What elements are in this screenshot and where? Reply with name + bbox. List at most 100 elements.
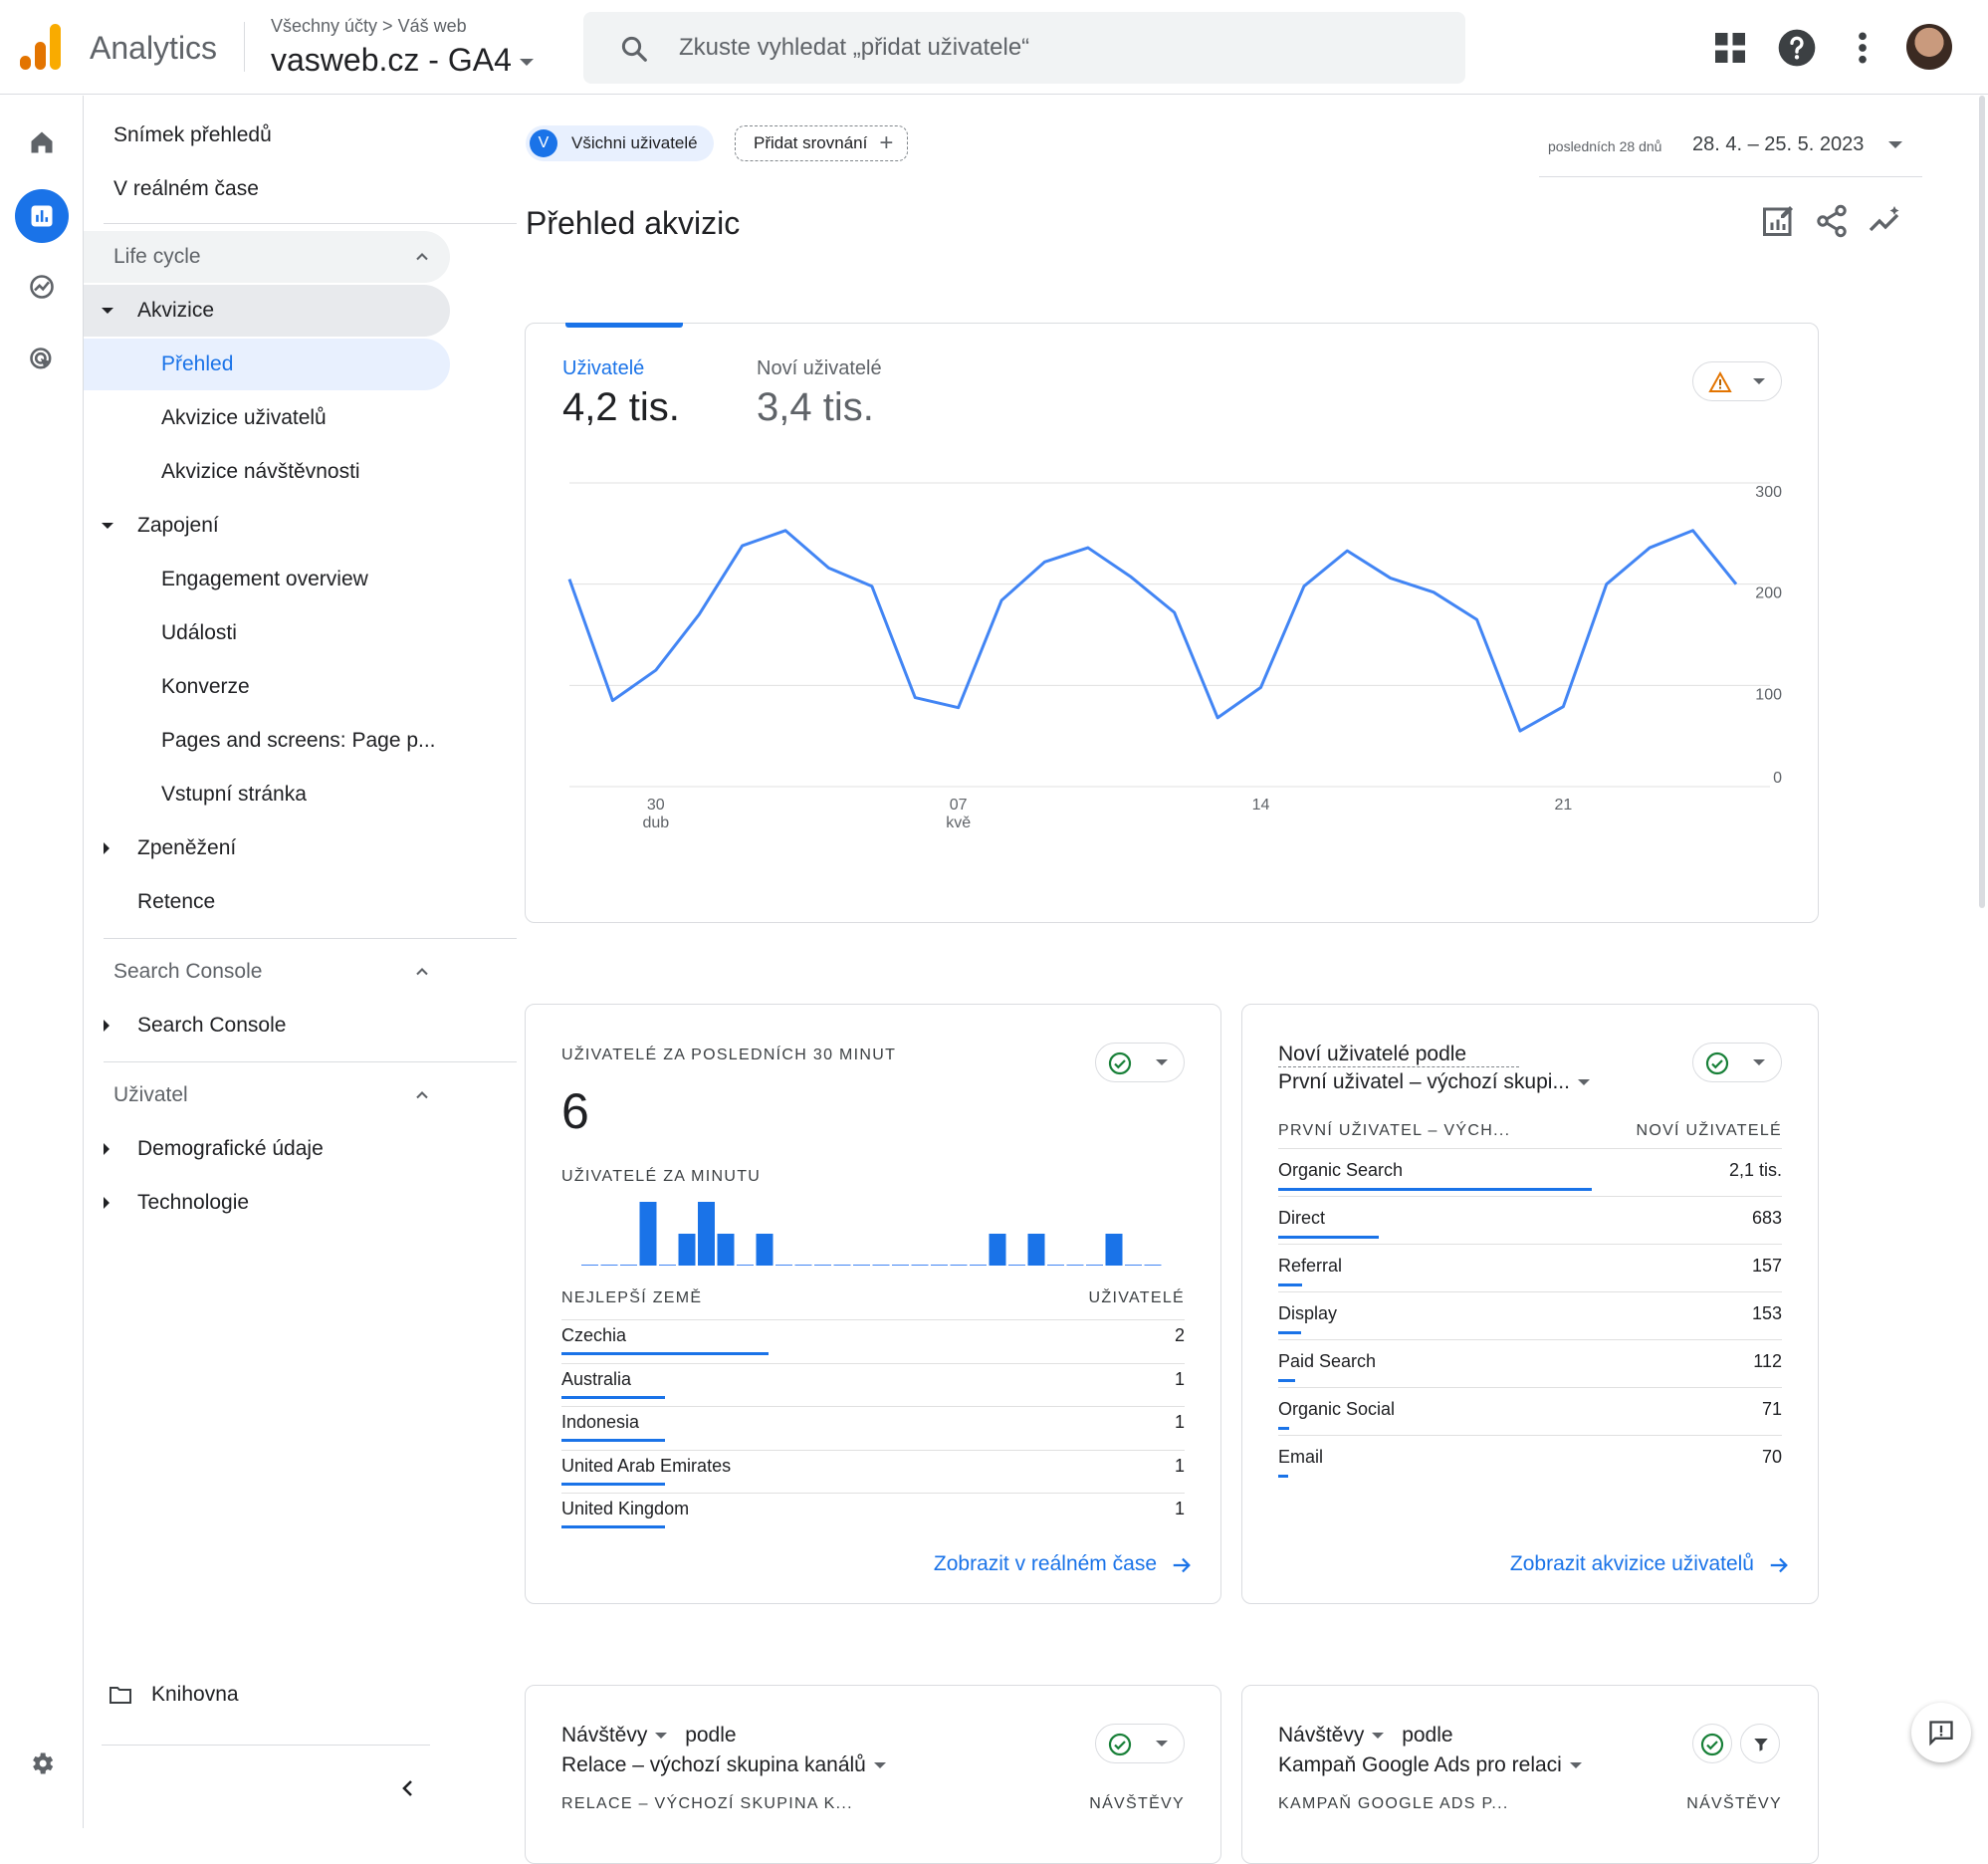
view-user-acquisition-link[interactable]: Zobrazit akvizice uživatelů <box>1510 1552 1754 1576</box>
folder-icon <box>110 1687 131 1704</box>
minute-bar-empty <box>872 1265 890 1266</box>
nav-item-engagement-overview[interactable]: Engagement overview <box>84 554 450 605</box>
nav-item-demographics[interactable]: Demografické údaje <box>84 1123 450 1175</box>
settings-gear-icon[interactable] <box>15 1737 69 1790</box>
nav-item-library[interactable]: Knihovna <box>84 1669 450 1721</box>
country-users: 1 <box>1174 1499 1185 1518</box>
nav-item-user-acquisition[interactable]: Akvizice uživatelů <box>84 392 450 444</box>
breadcrumb[interactable]: Všechny účty > Váš web <box>271 16 467 37</box>
row-separator <box>561 1449 1185 1451</box>
nav-item-label: Akvizice <box>137 299 215 322</box>
share-bar <box>1278 1427 1289 1430</box>
nav-section-user[interactable]: Uživatel <box>84 1069 450 1121</box>
table-metric-header: NÁVŠTĚVY <box>1089 1795 1185 1812</box>
triangle-right-icon <box>104 1143 110 1155</box>
nav-item-snapshot[interactable]: Snímek přehledů <box>84 110 450 161</box>
check-circle-icon <box>1700 1733 1724 1756</box>
minute-bar-empty <box>1144 1265 1162 1266</box>
nav-item-pages-and-screens[interactable]: Pages and screens: Page p... <box>84 715 450 767</box>
y-tick-label: 300 <box>1755 484 1782 501</box>
arrow-right-icon[interactable] <box>1171 1554 1193 1576</box>
metric-selector[interactable]: Návštěvy podle <box>1278 1724 1453 1748</box>
country-users: 1 <box>1174 1455 1185 1476</box>
nav-item-engagement[interactable]: Zapojení <box>84 500 450 552</box>
insights-icon[interactable] <box>1868 203 1903 239</box>
share-bar <box>561 1525 665 1528</box>
add-comparison-button[interactable]: Přidat srovnání + <box>735 125 909 161</box>
card-status-menu[interactable] <box>1692 1043 1782 1082</box>
triangle-right-icon <box>104 842 110 854</box>
nav-item-events[interactable]: Události <box>84 607 450 659</box>
nav-item-technology[interactable]: Technologie <box>84 1177 450 1229</box>
avatar[interactable] <box>1906 24 1952 70</box>
card-filter-button[interactable] <box>1740 1724 1780 1763</box>
card-status-button[interactable] <box>1692 1724 1732 1763</box>
search-box[interactable] <box>583 12 1465 84</box>
header-divider <box>244 22 245 72</box>
arrow-right-icon[interactable] <box>1768 1554 1790 1576</box>
metric-selector[interactable]: Návštěvy podle <box>561 1724 737 1748</box>
comparison-chip-all-users[interactable]: V Všichni uživatelé <box>526 125 714 161</box>
minute-bar-empty <box>950 1265 968 1266</box>
y-tick-label: 100 <box>1755 686 1782 703</box>
search-input[interactable] <box>679 12 1436 84</box>
share-icon[interactable] <box>1814 203 1850 239</box>
feedback-icon <box>1929 1721 1953 1747</box>
analytics-logo-icon[interactable] <box>20 24 64 70</box>
nav-item-conversions[interactable]: Konverze <box>84 661 450 713</box>
chevron-up-icon <box>416 1091 428 1099</box>
minute-bar-empty <box>775 1265 792 1266</box>
minute-bar <box>756 1234 773 1266</box>
report-navigation: Snímek přehledů V reálném čase Life cycl… <box>84 96 517 1828</box>
minute-bar <box>717 1234 735 1266</box>
dimension-selector[interactable]: Relace – výchozí skupina kanálů <box>561 1753 886 1777</box>
channel-new-users: 2,1 tis. <box>1728 1160 1782 1180</box>
row-separator <box>561 1362 1185 1364</box>
minute-bar <box>1105 1234 1123 1266</box>
chevron-down-icon <box>655 1733 668 1740</box>
view-realtime-link[interactable]: Zobrazit v reálném čase <box>934 1552 1157 1576</box>
chevron-down-icon[interactable] <box>1888 141 1902 148</box>
advertising-icon[interactable] <box>15 333 69 386</box>
row-separator <box>1278 1291 1782 1292</box>
feedback-button[interactable] <box>1911 1703 1971 1762</box>
nav-divider <box>104 1061 517 1062</box>
nav-item-search-console[interactable]: Search Console <box>84 1000 450 1051</box>
nav-section-search-console[interactable]: Search Console <box>84 946 450 998</box>
sessions-by-campaign-card: Návštěvy podle Kampaň Google Ads pro rel… <box>1241 1685 1819 1864</box>
nav-item-acquisition-overview[interactable]: Přehled <box>84 339 450 390</box>
chip-label: Všichni uživatelé <box>571 133 698 152</box>
nav-item-landing-page[interactable]: Vstupní stránka <box>84 769 450 820</box>
apps-grid-icon[interactable] <box>1710 28 1750 68</box>
reports-icon[interactable] <box>15 189 69 243</box>
nav-item-traffic-acquisition[interactable]: Akvizice návštěvnosti <box>84 446 450 498</box>
table-dimension-header: NEJLEPŠÍ ZEMĚ <box>561 1289 703 1306</box>
nav-item-label: Zpeněžení <box>137 836 237 859</box>
nav-item-label: Technologie <box>137 1191 250 1214</box>
chevron-down-icon <box>1577 1079 1590 1086</box>
nav-item-monetization[interactable]: Zpeněžení <box>84 822 450 874</box>
home-icon[interactable] <box>15 116 69 169</box>
collapse-nav-icon[interactable] <box>396 1776 420 1800</box>
date-range-selector[interactable]: 28. 4. – 25. 5. 2023 <box>1692 133 1864 156</box>
help-icon[interactable] <box>1777 28 1817 68</box>
property-selector[interactable]: vasweb.cz - GA4 <box>271 42 534 79</box>
nav-section-life-cycle[interactable]: Life cycle <box>84 231 450 283</box>
nav-item-realtime[interactable]: V reálném čase <box>84 163 450 215</box>
customize-report-icon[interactable] <box>1760 203 1796 239</box>
nav-item-retention[interactable]: Retence <box>84 876 450 928</box>
nav-item-acquisition[interactable]: Akvizice <box>84 285 450 337</box>
table-dimension-header: KAMPAŇ GOOGLE ADS P... <box>1278 1795 1509 1812</box>
minute-bar-empty <box>1047 1265 1064 1266</box>
dimension-selector[interactable]: Kampaň Google Ads pro relaci <box>1278 1753 1582 1777</box>
nav-item-label: Zapojení <box>137 514 219 537</box>
search-icon <box>621 36 647 62</box>
more-vert-icon[interactable] <box>1843 28 1882 68</box>
realtime-card: UŽIVATELÉ ZA POSLEDNÍCH 30 MINUT 6 UŽIVA… <box>525 1004 1221 1604</box>
minute-bar <box>698 1202 715 1266</box>
table-metric-header: NOVÍ UŽIVATELÉ <box>1636 1122 1782 1139</box>
dimension-selector[interactable]: První uživatel – výchozí skupi... <box>1278 1070 1590 1094</box>
page-scrollbar[interactable] <box>1979 96 1985 908</box>
explore-icon[interactable] <box>15 260 69 314</box>
card-status-menu[interactable] <box>1095 1724 1185 1763</box>
